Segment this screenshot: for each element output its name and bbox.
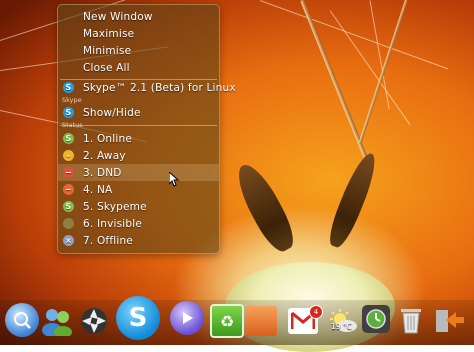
menu-new-window[interactable]: New Window bbox=[58, 8, 219, 25]
section-header-skype: Skype bbox=[62, 96, 82, 104]
status-na-icon: − bbox=[63, 184, 74, 195]
status-na[interactable]: − 4. NA bbox=[58, 181, 219, 198]
menu-skype-app[interactable]: S Skype™ 2.1 (Beta) for Linux bbox=[58, 79, 236, 96]
skype-dock-icon[interactable]: S bbox=[116, 296, 160, 340]
logout-icon[interactable] bbox=[433, 305, 467, 335]
status-away[interactable]: – 2. Away bbox=[58, 147, 219, 164]
menu-close-all[interactable]: Close All bbox=[58, 59, 219, 76]
menu-maximise[interactable]: Maximise bbox=[58, 25, 219, 42]
status-skypeme[interactable]: S 5. Skypeme bbox=[58, 198, 219, 215]
mouse-pointer-icon bbox=[169, 172, 179, 187]
status-online-icon: S bbox=[63, 133, 74, 144]
section-header-status: Status bbox=[62, 121, 83, 129]
file-manager-icon[interactable] bbox=[245, 306, 277, 336]
contacts-icon[interactable] bbox=[40, 304, 74, 338]
menu-minimise[interactable]: Minimise bbox=[58, 42, 219, 59]
weather-icon[interactable] bbox=[326, 304, 360, 338]
trash-icon[interactable] bbox=[397, 305, 425, 335]
globe-search-icon[interactable] bbox=[5, 303, 39, 337]
clock-icon[interactable] bbox=[362, 305, 390, 333]
media-player-icon[interactable] bbox=[170, 301, 204, 335]
skype-tray-menu: New Window Maximise Minimise Close All S… bbox=[57, 4, 236, 254]
status-dnd-icon: − bbox=[63, 167, 74, 178]
status-online[interactable]: S 1. Online bbox=[58, 130, 219, 147]
status-offline-icon: × bbox=[63, 235, 74, 246]
menu-separator bbox=[60, 125, 217, 126]
weather-temperature: 19 °C bbox=[331, 322, 352, 331]
status-dnd[interactable]: − 3. DND bbox=[58, 164, 219, 181]
status-invisible-icon bbox=[63, 218, 74, 229]
aperture-icon[interactable] bbox=[77, 304, 111, 338]
status-offline[interactable]: × 7. Offline bbox=[58, 232, 219, 249]
skype-icon: S bbox=[63, 107, 74, 118]
skype-icon: S bbox=[63, 82, 74, 93]
status-away-icon: – bbox=[63, 150, 74, 161]
menu-show-hide[interactable]: S Show/Hide bbox=[58, 104, 219, 121]
gmail-unread-badge: 4 bbox=[309, 305, 323, 319]
recycle-icon[interactable]: ♻ bbox=[210, 304, 244, 338]
status-skypeme-icon: S bbox=[63, 201, 74, 212]
status-invisible[interactable]: 6. Invisible bbox=[58, 215, 219, 232]
